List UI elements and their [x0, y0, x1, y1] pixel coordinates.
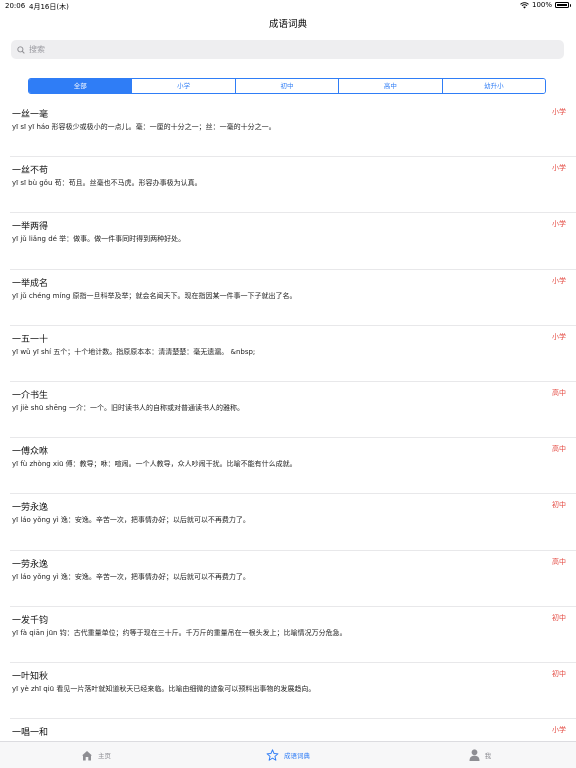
idiom-title: 一叶知秋	[12, 671, 49, 682]
idiom-title: 一举两得	[12, 222, 49, 233]
idiom-level: 小学	[552, 276, 566, 285]
idiom-level: 小学	[552, 332, 566, 341]
idiom-description: yī jǔ chéng míng 原指一旦科举及举；就会名闻天下。现在指因某一件…	[12, 291, 297, 300]
search-input[interactable]	[29, 45, 529, 54]
segment-junior-high[interactable]: 初中	[235, 79, 340, 93]
idiom-title: 一劳永逸	[12, 559, 49, 570]
status-right: 100%	[520, 1, 571, 9]
idiom-row[interactable]: 一举两得 小学 yī jǔ liǎng dé 举：做事。做一件事同时得到两种好处。	[10, 213, 576, 270]
idiom-title: 一五一十	[12, 334, 49, 345]
segment-primary[interactable]: 小学	[132, 79, 236, 93]
idiom-level: 小学	[552, 108, 566, 116]
idiom-row[interactable]: 一唱一和 小学	[10, 719, 576, 741]
idiom-level: 小学	[552, 726, 566, 735]
status-date: 4月16日(木)	[29, 3, 69, 11]
person-icon	[469, 749, 480, 761]
idiom-description: yī láo yǒng yì 逸：安逸。辛苦一次，把事情办好；以后就可以不再费力…	[12, 572, 250, 581]
tab-idiom-dictionary-label: 成语词典	[284, 752, 310, 760]
tab-me-label: 我	[484, 752, 492, 760]
page-title: 成语词典	[268, 19, 307, 30]
idiom-description: yī fà qiān jūn 钧：古代重量单位；约等于现在三十斤。千万斤的重量吊…	[12, 628, 347, 637]
segment-preschool[interactable]: 幼升小	[442, 79, 545, 93]
idiom-row[interactable]: 一劳永逸 初中 yī láo yǒng yì 逸：安逸。辛苦一次，把事情办好；以后就…	[10, 494, 576, 551]
idiom-level: 高中	[552, 557, 566, 566]
idiom-row[interactable]: 一劳永逸 高中 yī láo yǒng yì 逸：安逸。辛苦一次，把事情办好；以后就…	[10, 551, 576, 607]
idiom-description: yī yè zhī qiū 看见一片落叶就知道秋天已经来临。比喻由细微的迹象可以…	[12, 684, 316, 693]
idiom-title: 一发千钧	[12, 615, 49, 626]
home-icon	[82, 750, 92, 760]
idiom-description: yī jiè shū shēng 一介：一个。旧时读书人的自称或对普通读书人的雅…	[12, 403, 244, 412]
idiom-row[interactable]: 一举成名 小学 yī jǔ chéng míng 原指一旦科举及举；就会名闻天下。现…	[10, 270, 576, 326]
tab-home-label: 主页	[98, 752, 111, 760]
idiom-title: 一劳永逸	[12, 503, 49, 514]
tab-me[interactable]: 我	[384, 742, 576, 768]
idiom-title: 一举成名	[12, 278, 49, 289]
segment-senior-high[interactable]: 高中	[339, 79, 443, 93]
search-icon	[17, 45, 25, 54]
tab-home[interactable]: 主页	[0, 742, 192, 768]
idiom-level: 小学	[552, 220, 566, 229]
level-segmented-control: 全部 小学 初中 高中 幼升小	[28, 78, 546, 94]
battery-icon	[555, 2, 571, 8]
idiom-description: yī sī yī háo 形容极少或极小的一点儿。毫：一厘的十分之一；丝：一毫的…	[12, 123, 276, 131]
tab-idiom-dictionary[interactable]: 成语词典	[192, 742, 384, 768]
idiom-description: yī fù zhòng xiū 傅：教导；咻：喧闹。一个人教导，众人吵闹干扰。比…	[12, 460, 297, 469]
status-time: 20:06	[5, 2, 26, 10]
status-bar: 20:06 4月16日(木) 100%	[0, 0, 576, 14]
idiom-row[interactable]: 一介书生 高中 yī jiè shū shēng 一介：一个。旧时读书人的自称或对普…	[10, 382, 576, 439]
idiom-row[interactable]: 一发千钧 初中 yī fà qiān jūn 钧：古代重量单位；约等于现在三十斤。千…	[10, 607, 576, 663]
idiom-level: 初中	[552, 669, 566, 678]
idiom-row[interactable]: 一丝一毫 小学 yī sī yī háo 形容极少或极小的一点儿。毫：一厘的十分之一…	[10, 101, 576, 158]
idiom-list: 一丝一毫 小学 yī sī yī háo 形容极少或极小的一点儿。毫：一厘的十分之一…	[0, 101, 576, 741]
tab-bar: 主页 成语词典 我	[0, 741, 576, 768]
idiom-row[interactable]: 一傅众咻 高中 yī fù zhòng xiū 傅：教导；咻：喧闹。一个人教导，众人…	[10, 438, 576, 495]
idiom-title: 一傅众咻	[12, 447, 49, 458]
idiom-description: yī wǔ yī shí 五个；十个地计数。指原原本本：清清楚楚：毫无遗漏。 &…	[12, 347, 256, 356]
search-bar[interactable]	[11, 40, 564, 59]
idiom-description: yī láo yǒng yì 逸：安逸。辛苦一次，把事情办好；以后就可以不再费力…	[12, 516, 250, 525]
star-icon	[266, 749, 279, 761]
idiom-level: 高中	[552, 445, 566, 454]
battery-percent: 100%	[531, 1, 552, 9]
segment-all[interactable]: 全部	[29, 79, 133, 93]
wifi-icon	[520, 1, 529, 8]
idiom-title: 一唱一和	[12, 728, 49, 739]
idiom-description: yī jǔ liǎng dé 举：做事。做一件事同时得到两种好处。	[12, 235, 186, 244]
idiom-row[interactable]: 一叶知秋 初中 yī yè zhī qiū 看见一片落叶就知道秋天已经来临。比喻由细…	[10, 663, 576, 720]
idiom-level: 初中	[552, 501, 566, 510]
idiom-description: yī sī bù gǒu 苟：苟且。丝毫也不马虎。形容办事极为认真。	[12, 179, 202, 188]
idiom-row[interactable]: 一丝不苟 小学 yī sī bù gǒu 苟：苟且。丝毫也不马虎。形容办事极为认真。	[10, 157, 576, 214]
idiom-title: 一丝一毫	[12, 110, 49, 120]
idiom-title: 一介书生	[12, 390, 49, 401]
idiom-title: 一丝不苟	[12, 166, 49, 177]
idiom-level: 小学	[552, 164, 566, 173]
idiom-level: 初中	[552, 613, 566, 622]
idiom-row[interactable]: 一五一十 小学 yī wǔ yī shí 五个；十个地计数。指原原本本：清清楚楚：毫…	[10, 326, 576, 382]
idiom-level: 高中	[552, 388, 566, 397]
